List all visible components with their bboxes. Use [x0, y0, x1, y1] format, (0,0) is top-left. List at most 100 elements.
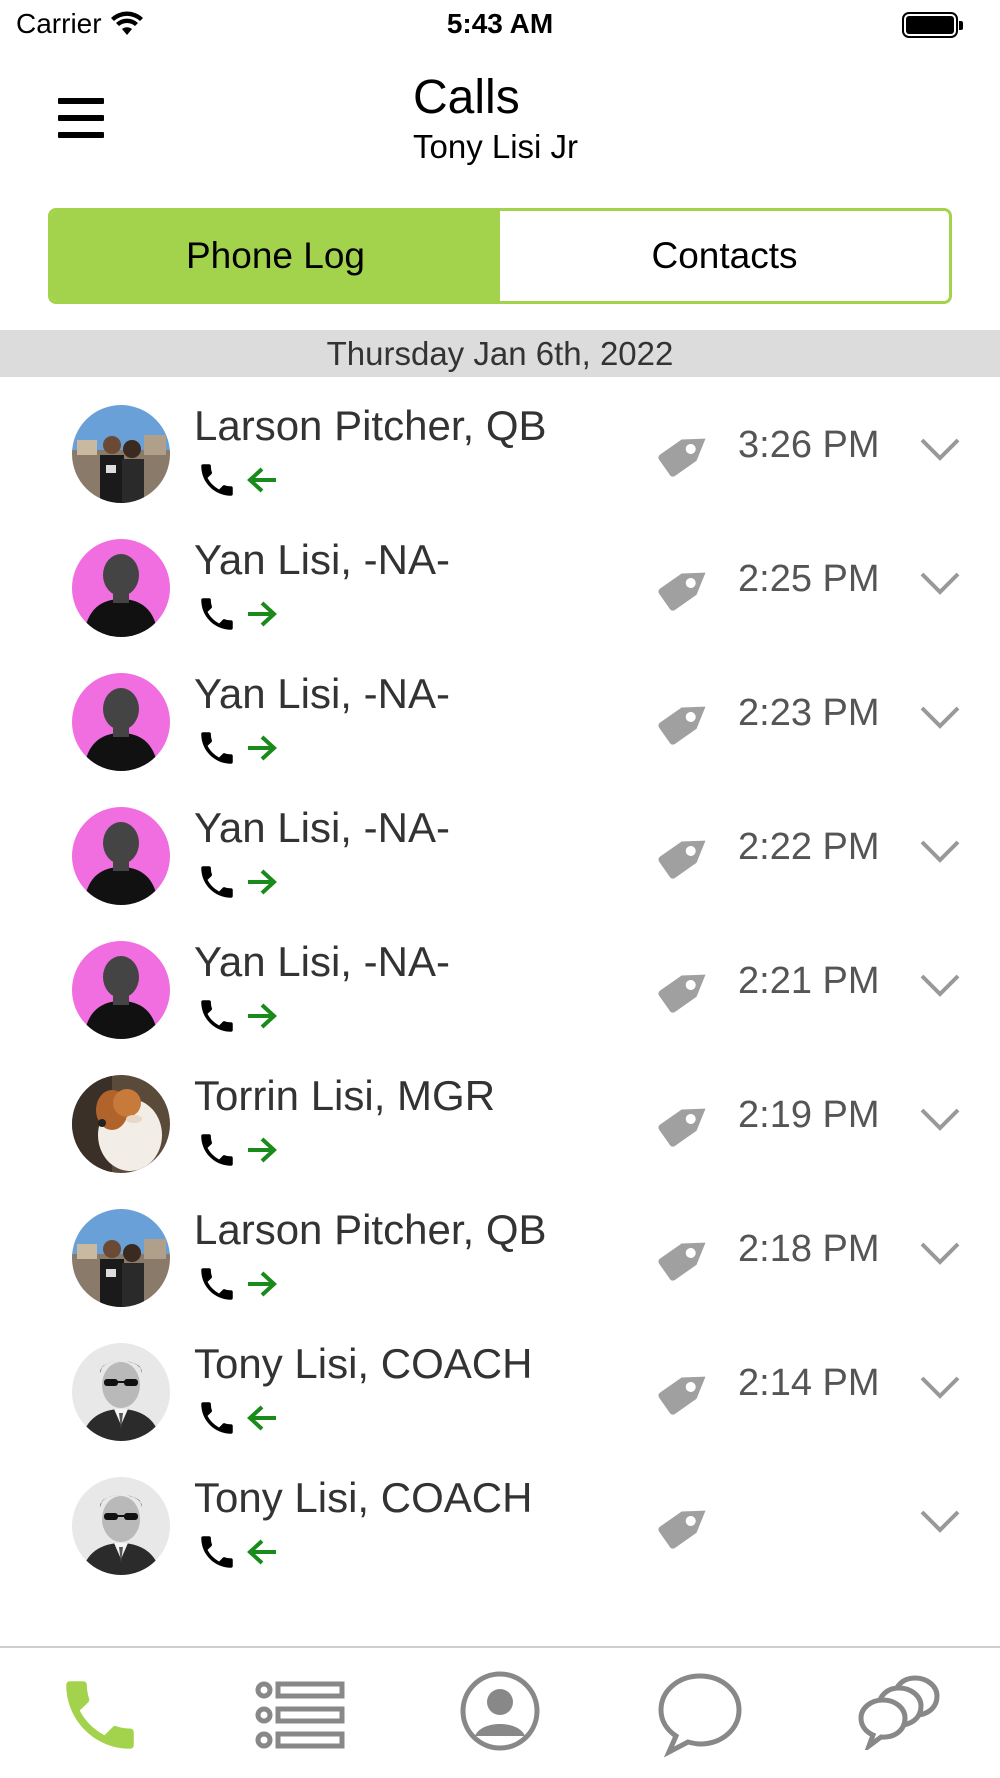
tag-icon[interactable] [650, 954, 720, 1024]
call-type-indicator [196, 592, 280, 636]
call-time: 2:25 PM [738, 558, 880, 600]
call-log-list[interactable]: Larson Pitcher, QB 3:26 PM Yan Lisi, -NA- 2… [0, 378, 1000, 1646]
outgoing-arrow-icon [248, 735, 277, 761]
call-time: 2:21 PM [738, 960, 880, 1002]
tab-group-chat[interactable] [850, 1670, 950, 1766]
hamburger-menu-icon[interactable] [58, 98, 104, 138]
contact-name: Tony Lisi, COACH [194, 1474, 533, 1521]
phone-call-icon [201, 866, 233, 898]
call-type-indicator [196, 1128, 280, 1172]
chevron-down-icon[interactable] [918, 970, 962, 1000]
tag-icon[interactable] [650, 1088, 720, 1158]
avatar [72, 673, 170, 771]
bottom-tab-bar [0, 1646, 1000, 1778]
tab-contacts[interactable]: Contacts [500, 211, 949, 301]
call-log-row[interactable]: Yan Lisi, -NA- 2:23 PM [0, 646, 1000, 798]
phone-icon [66, 1681, 134, 1749]
chevron-down-icon[interactable] [918, 836, 962, 866]
call-time: 2:14 PM [738, 1362, 880, 1404]
tag-icon[interactable] [650, 1356, 720, 1426]
phone-call-icon [201, 1402, 233, 1434]
contact-name: Yan Lisi, -NA- [194, 938, 450, 985]
call-log-row[interactable]: Larson Pitcher, QB 2:18 PM [0, 1182, 1000, 1334]
tab-phone-log[interactable]: Phone Log [51, 211, 500, 301]
status-time: 5:43 AM [446, 8, 554, 39]
chevron-down-icon[interactable] [918, 1506, 962, 1536]
call-log-row[interactable]: Tony Lisi, COACH 2:14 PM [0, 1316, 1000, 1468]
call-log-row[interactable]: Tony Lisi, COACH [0, 1450, 1000, 1602]
avatar [72, 1075, 170, 1173]
tab-list[interactable] [250, 1670, 350, 1766]
tag-icon[interactable] [650, 1222, 720, 1292]
profile-icon [460, 1671, 540, 1751]
call-log-row[interactable]: Yan Lisi, -NA- 2:25 PM [0, 512, 1000, 664]
contact-name: Tony Lisi, COACH [194, 1340, 533, 1387]
phone-call-icon [201, 1000, 233, 1032]
tag-icon[interactable] [650, 686, 720, 756]
avatar [72, 1209, 170, 1307]
avatar [72, 405, 170, 503]
call-log-row[interactable]: Yan Lisi, -NA- 2:21 PM [0, 914, 1000, 1066]
call-type-indicator [196, 1530, 280, 1574]
call-time: 2:22 PM [738, 826, 880, 868]
call-log-row[interactable]: Larson Pitcher, QB 3:26 PM [0, 378, 1000, 530]
tag-icon[interactable] [650, 1490, 720, 1560]
page-subtitle: Tony Lisi Jr [413, 128, 579, 165]
phone-call-icon [201, 1134, 233, 1166]
contact-name: Larson Pitcher, QB [194, 1206, 547, 1253]
avatar [72, 941, 170, 1039]
status-bar: Carrier 5:43 AM [0, 0, 1000, 52]
phone-call-icon [201, 598, 233, 630]
chevron-down-icon[interactable] [918, 702, 962, 732]
outgoing-arrow-icon [248, 869, 277, 895]
call-log-row[interactable]: Torrin Lisi, MGR 2:19 PM [0, 1048, 1000, 1200]
call-time: 2:18 PM [738, 1228, 880, 1270]
call-type-indicator [196, 860, 280, 904]
outgoing-arrow-icon [248, 1003, 277, 1029]
incoming-arrow-icon [247, 1405, 276, 1431]
call-type-indicator [196, 994, 280, 1038]
contact-name: Larson Pitcher, QB [194, 402, 547, 449]
tag-icon[interactable] [650, 418, 720, 488]
list-icon [255, 1681, 345, 1749]
outgoing-arrow-icon [248, 1137, 277, 1163]
outgoing-arrow-icon [248, 601, 277, 627]
call-type-indicator [196, 1262, 280, 1306]
contact-name: Yan Lisi, -NA- [194, 804, 450, 851]
chevron-down-icon[interactable] [918, 1104, 962, 1134]
phone-call-icon [201, 732, 233, 764]
nav-header: Calls Tony Lisi Jr [0, 60, 1000, 180]
battery-icon [902, 12, 963, 38]
chevron-down-icon[interactable] [918, 434, 962, 464]
chevron-down-icon[interactable] [918, 1372, 962, 1402]
incoming-arrow-icon [247, 1539, 276, 1565]
call-type-indicator [196, 726, 280, 770]
avatar [72, 807, 170, 905]
call-time: 2:23 PM [738, 692, 880, 734]
tag-icon[interactable] [650, 820, 720, 890]
tab-phone[interactable] [50, 1670, 150, 1766]
tag-icon[interactable] [650, 552, 720, 622]
call-time: 3:26 PM [738, 424, 880, 466]
incoming-arrow-icon [247, 467, 276, 493]
phone-call-icon [201, 464, 233, 496]
phone-call-icon [201, 1268, 233, 1300]
chevron-down-icon[interactable] [918, 1238, 962, 1268]
segmented-control: Phone Log Contacts [48, 208, 952, 304]
group-chat-icon [858, 1675, 940, 1750]
page-title: Calls [413, 71, 520, 124]
tab-profile[interactable] [450, 1670, 550, 1766]
call-time: 2:19 PM [738, 1094, 880, 1136]
call-type-indicator [196, 1396, 280, 1440]
contact-name: Yan Lisi, -NA- [194, 536, 450, 583]
date-section-header: Thursday Jan 6th, 2022 [0, 330, 1000, 377]
avatar [72, 1477, 170, 1575]
outgoing-arrow-icon [248, 1271, 277, 1297]
tab-chat[interactable] [650, 1670, 750, 1766]
contact-name: Torrin Lisi, MGR [194, 1072, 496, 1119]
avatar [72, 1343, 170, 1441]
avatar [72, 539, 170, 637]
call-log-row[interactable]: Yan Lisi, -NA- 2:22 PM [0, 780, 1000, 932]
chat-bubble-icon [658, 1673, 742, 1758]
chevron-down-icon[interactable] [918, 568, 962, 598]
